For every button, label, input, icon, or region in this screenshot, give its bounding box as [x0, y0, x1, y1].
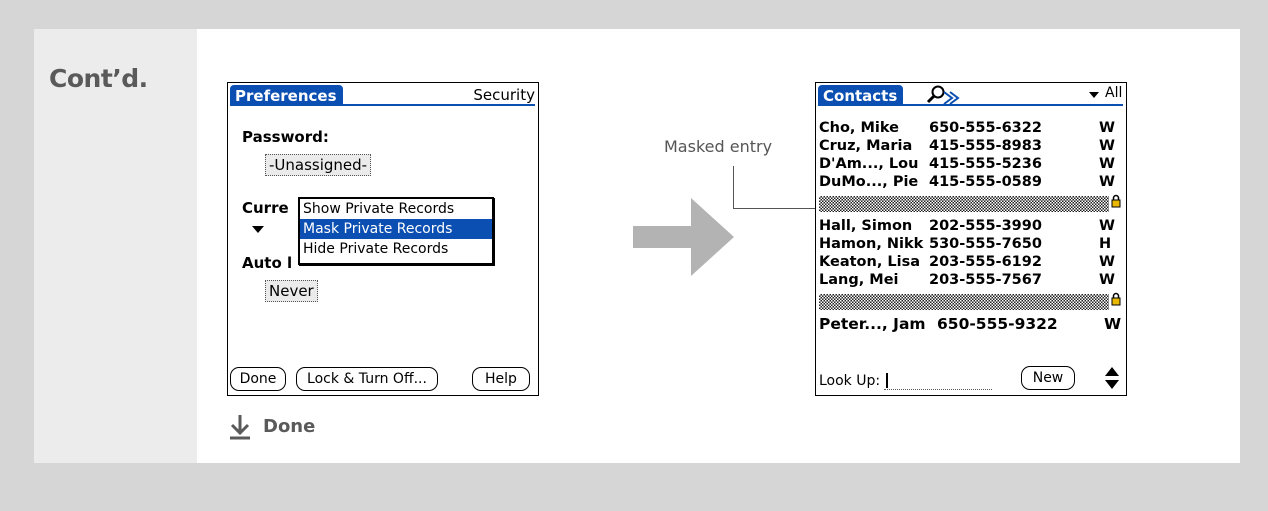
contact-phone: 203-555-7567: [929, 272, 1042, 288]
contact-name: Lang, Mei: [819, 272, 899, 288]
phone-type: W: [1104, 315, 1122, 333]
preferences-title: Preferences: [230, 85, 343, 106]
contact-phone: 650-555-9322: [937, 315, 1058, 333]
down-arrow-icon: [230, 415, 250, 440]
current-privacy-label: Curre: [242, 199, 289, 217]
contact-phone: 415-555-0589: [929, 174, 1042, 190]
contact-phone: 415-555-5236: [929, 156, 1042, 172]
contact-name: DuMo..., Pie: [819, 174, 919, 190]
masked-record[interactable]: [819, 196, 1109, 212]
title-underline: [230, 104, 535, 106]
list-item[interactable]: Hall, Simon 202-555-3990 W: [819, 217, 1115, 235]
list-item[interactable]: Hamon, Nikk 530-555-7650 H: [819, 235, 1115, 253]
phone-type: W: [1099, 120, 1115, 136]
contact-phone: 530-555-7650: [929, 236, 1042, 252]
contact-name: Keaton, Lisa: [819, 254, 920, 270]
phone-type: W: [1099, 174, 1115, 190]
contact-name: D'Am..., Lou: [819, 156, 919, 172]
masked-entry-callout: Masked entry: [664, 137, 773, 156]
contact-phone: 650-555-6322: [929, 120, 1042, 136]
contacts-screen: Contacts All Cho, Mike 650-555-6322 W Cr…: [815, 82, 1127, 396]
right-arrow-icon: [633, 198, 734, 276]
new-button[interactable]: New: [1021, 366, 1075, 390]
password-trigger[interactable]: -Unassigned-: [265, 154, 372, 176]
contact-name: Cruz, Maria: [819, 138, 913, 154]
lock-icon: [1111, 292, 1121, 306]
menu-item-mask-private[interactable]: Mask Private Records: [300, 219, 492, 239]
menu-item-show-private[interactable]: Show Private Records: [300, 199, 492, 219]
dropdown-triangle-icon[interactable]: [252, 226, 264, 233]
lock-turn-off-button[interactable]: Lock & Turn Off...: [296, 367, 438, 391]
contact-name: Hall, Simon: [819, 218, 913, 234]
contact-name: Cho, Mike: [819, 120, 899, 136]
auto-lock-trigger[interactable]: Never: [265, 280, 318, 302]
phone-type: W: [1099, 138, 1115, 154]
label-column: [34, 29, 197, 463]
done-button[interactable]: Done: [230, 367, 286, 391]
category-triangle-icon[interactable]: [1089, 92, 1099, 98]
callout-line-vertical: [733, 166, 734, 209]
lookup-input[interactable]: [884, 371, 992, 390]
list-item[interactable]: Peter..., Jam 650-555-9322 W: [819, 315, 1121, 333]
list-item[interactable]: Keaton, Lisa 203-555-6192 W: [819, 253, 1115, 271]
category-selector[interactable]: All: [1105, 85, 1122, 101]
list-item[interactable]: Lang, Mei 203-555-7567 W: [819, 271, 1115, 289]
list-item[interactable]: DuMo..., Pie 415-555-0589 W: [819, 173, 1115, 191]
title-underline: [818, 104, 1123, 106]
password-label: Password:: [242, 128, 329, 146]
phone-type: W: [1099, 254, 1115, 270]
help-button[interactable]: Help: [472, 367, 530, 391]
continued-label: Cont’d.: [49, 64, 148, 93]
phone-type: H: [1099, 236, 1112, 252]
masked-record[interactable]: [819, 294, 1109, 310]
security-label: Security: [473, 86, 535, 104]
contact-phone: 203-555-6192: [929, 254, 1042, 270]
list-item[interactable]: Cruz, Maria 415-555-8983 W: [819, 137, 1115, 155]
contact-name: Hamon, Nikk: [819, 236, 924, 252]
list-item[interactable]: D'Am..., Lou 415-555-5236 W: [819, 155, 1115, 173]
contacts-title: Contacts: [818, 85, 904, 106]
contact-phone: 415-555-8983: [929, 138, 1042, 154]
scroll-arrows-icon[interactable]: [1103, 365, 1121, 391]
lock-icon: [1111, 194, 1121, 208]
list-item[interactable]: Cho, Mike 650-555-6322 W: [819, 119, 1115, 137]
privacy-popup-menu: Show Private Records Mask Private Record…: [298, 197, 494, 265]
phone-type: W: [1099, 156, 1115, 172]
lookup-label: Look Up:: [819, 373, 881, 389]
contact-name: Peter..., Jam: [819, 315, 926, 333]
done-label: Done: [263, 416, 316, 437]
auto-lock-label: Auto l: [242, 254, 293, 272]
menu-item-hide-private[interactable]: Hide Private Records: [300, 239, 492, 259]
search-icon[interactable]: [926, 84, 968, 106]
phone-type: W: [1099, 218, 1115, 234]
preferences-screen: Preferences Security Password: -Unassign…: [227, 82, 539, 396]
contact-phone: 202-555-3990: [929, 218, 1042, 234]
callout-line-horizontal: [733, 208, 819, 209]
phone-type: W: [1099, 272, 1115, 288]
